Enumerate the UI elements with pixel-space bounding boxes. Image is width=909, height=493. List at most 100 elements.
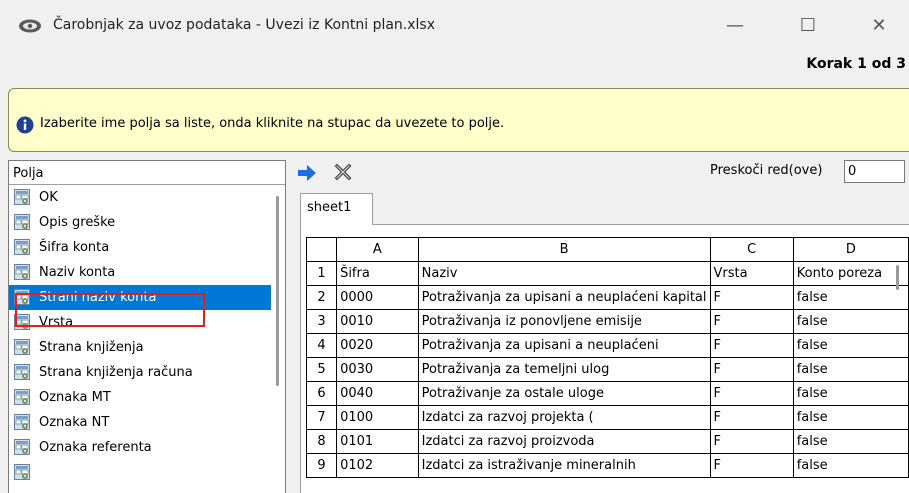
info-icon — [16, 116, 34, 134]
field-item-label: OK — [39, 190, 58, 205]
skip-rows-label: Preskoči red(ove) — [710, 163, 823, 178]
row-number: 4 — [305, 333, 338, 358]
table-cell[interactable]: false — [792, 333, 909, 358]
field-list-scrollbar[interactable] — [271, 185, 285, 493]
row-number: 7 — [305, 405, 338, 430]
table-cell[interactable]: false — [792, 453, 909, 478]
field-icon — [14, 314, 30, 330]
table-cell[interactable]: Potraživanja za upisani a neuplaćeni — [417, 333, 711, 358]
column-header[interactable]: C — [709, 237, 794, 262]
field-icon — [14, 189, 30, 205]
table-cell[interactable]: F — [709, 405, 794, 430]
field-item[interactable]: Strana knjiženja — [9, 335, 285, 360]
field-icon — [14, 414, 30, 430]
table-cell[interactable]: F — [709, 285, 794, 310]
field-item[interactable]: OK — [9, 185, 285, 210]
table-row: 4 0020 Potraživanja za upisani a neuplaćen… — [305, 333, 909, 358]
table-cell[interactable]: false — [792, 285, 909, 310]
field-item-label: Strani naziv konta — [39, 290, 157, 305]
field-item-label: Naziv konta — [39, 265, 116, 280]
column-header[interactable]: A — [336, 237, 419, 262]
table-cell[interactable]: 0102 — [336, 453, 419, 478]
field-item[interactable]: Opis greške — [9, 210, 285, 235]
field-item[interactable]: Strani naziv konta — [9, 285, 285, 310]
row-number: 5 — [305, 357, 338, 382]
table-cell[interactable]: 0030 — [336, 357, 419, 382]
table-cell[interactable]: Potraživanja za temeljni ulog — [417, 357, 711, 382]
table-cell[interactable]: F — [709, 381, 794, 406]
sheet-grid-scroll-thumb[interactable] — [896, 265, 899, 290]
table-cell[interactable]: false — [792, 405, 909, 430]
table-row: 7 0100 Izdatci za razvoj projekta (Ffalse — [305, 405, 909, 430]
row-number: 2 — [305, 285, 338, 310]
table-row: 9 0102 Izdatci za istraživanje mineralnih F… — [305, 453, 909, 478]
column-header[interactable]: D — [792, 237, 909, 262]
table-cell[interactable]: F — [709, 357, 794, 382]
table-cell[interactable]: F — [709, 309, 794, 334]
table-cell[interactable]: Potraživanja iz ponovljene emisije — [417, 309, 711, 334]
table-cell[interactable]: F — [709, 333, 794, 358]
field-icon — [14, 214, 30, 230]
table-cell[interactable]: Izdatci za razvoj proizvoda — [417, 429, 711, 454]
row-number: 8 — [305, 429, 338, 454]
table-row: 1 Šifra Naziv Vrsta Konto poreza — [305, 261, 909, 286]
minimize-button[interactable]: — — [720, 14, 750, 38]
field-icon — [14, 339, 30, 355]
skip-rows-input[interactable] — [844, 160, 905, 183]
field-item[interactable]: Oznaka NT — [9, 410, 285, 435]
table-cell[interactable]: 0040 — [336, 381, 419, 406]
table-cell[interactable]: F — [709, 453, 794, 478]
step-bar: Korak 1 od 3 — [0, 52, 909, 78]
field-item[interactable]: Vrsta — [9, 310, 285, 335]
field-icon — [14, 239, 30, 255]
table-cell[interactable]: Izdatci za istraživanje mineralnih — [417, 453, 711, 478]
table-cell[interactable]: Šifra — [336, 261, 419, 286]
table-cell[interactable]: false — [792, 429, 909, 454]
sheet-tab[interactable]: sheet1 — [300, 193, 373, 225]
table-cell[interactable]: Naziv — [417, 261, 711, 286]
table-cell[interactable]: Vrsta — [709, 261, 794, 286]
table-cell[interactable]: false — [792, 381, 909, 406]
info-banner: Izaberite ime polja sa liste, onda klikn… — [8, 88, 909, 152]
field-icon — [14, 364, 30, 380]
table-cell[interactable]: 0020 — [336, 333, 419, 358]
column-header[interactable]: B — [417, 237, 711, 262]
title-bar: Čarobnjak za uvoz podataka - Uvezi iz Ko… — [0, 0, 909, 52]
field-item[interactable] — [9, 460, 285, 485]
field-list-scroll-thumb[interactable] — [276, 196, 279, 386]
field-item-label: Šifra konta — [39, 240, 110, 255]
table-cell[interactable]: Izdatci za razvoj projekta ( — [417, 405, 711, 430]
sheet-grid: ABCD 1 Šifra Naziv Vrsta Konto poreza 2 0000 Po… — [300, 224, 909, 493]
field-item[interactable]: Oznaka MT — [9, 385, 285, 410]
field-item-label: Strana knjiženja računa — [39, 365, 193, 380]
table-cell[interactable]: false — [792, 309, 909, 334]
table-cell[interactable]: 0100 — [336, 405, 419, 430]
row-number: 6 — [305, 381, 338, 406]
table-row: 2 0000 Potraživanja za upisani a neuplaćen… — [305, 285, 909, 310]
table-cell[interactable]: Potraživanje za ostale uloge — [417, 381, 711, 406]
field-item[interactable]: Oznaka referenta — [9, 435, 285, 460]
sheet-table: ABCD 1 Šifra Naziv Vrsta Konto poreza 2 0000 Po… — [305, 237, 909, 478]
table-cell[interactable]: false — [792, 357, 909, 382]
field-icon — [14, 264, 30, 280]
field-item[interactable]: Naziv konta — [9, 260, 285, 285]
step-indicator: Korak 1 od 3 — [806, 56, 906, 72]
field-list: OK Opis greške Šifra konta Naziv konta Stran… — [9, 185, 285, 485]
clear-mapping-icon[interactable] — [334, 163, 352, 181]
table-cell[interactable]: Konto poreza — [792, 261, 909, 286]
window-title: Čarobnjak za uvoz podataka - Uvezi iz Ko… — [53, 17, 436, 33]
field-item[interactable]: Šifra konta — [9, 235, 285, 260]
table-cell[interactable]: 0010 — [336, 309, 419, 334]
arrow-right-icon[interactable] — [297, 164, 317, 182]
maximize-button[interactable]: ☐ — [793, 14, 823, 38]
table-cell[interactable]: Potraživanja za upisani a neuplaćeni kap… — [417, 285, 711, 310]
row-number: 1 — [305, 261, 338, 286]
field-item-label: Oznaka referenta — [39, 440, 152, 455]
close-button[interactable]: ✕ — [864, 14, 894, 38]
table-cell[interactable]: 0000 — [336, 285, 419, 310]
table-cell[interactable]: 0101 — [336, 429, 419, 454]
field-item-label: Oznaka MT — [39, 390, 111, 405]
field-item-label: Vrsta — [39, 315, 74, 330]
field-item[interactable]: Strana knjiženja računa — [9, 360, 285, 385]
table-cell[interactable]: F — [709, 429, 794, 454]
